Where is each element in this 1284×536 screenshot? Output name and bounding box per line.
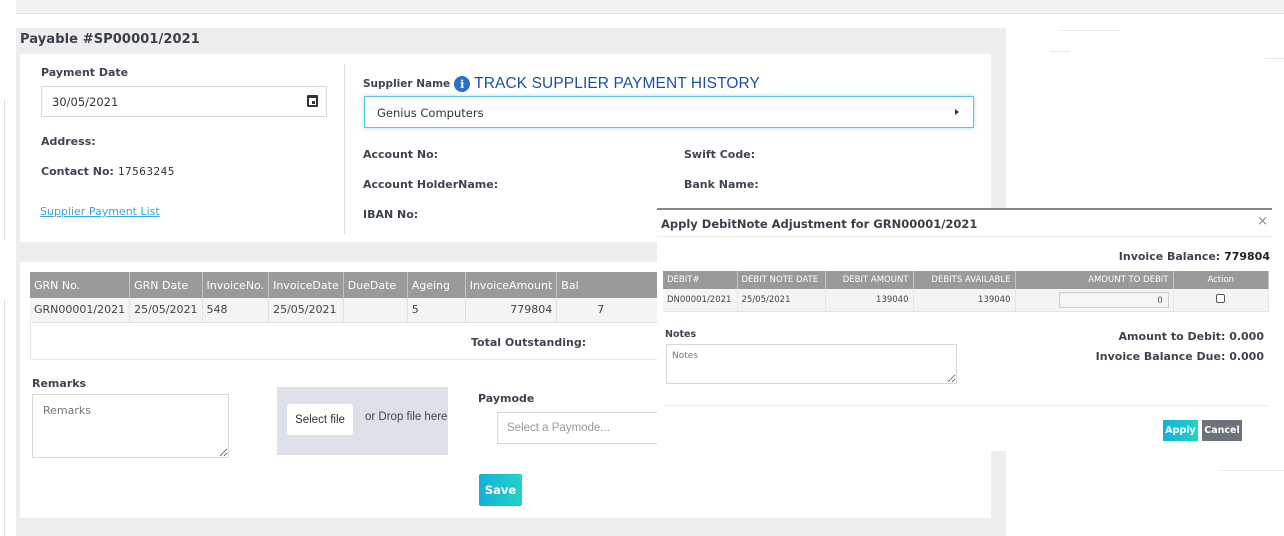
table-row: DN00001/2021 25/05/2021 139040 139040 <box>663 289 1269 312</box>
save-button[interactable]: Save <box>479 474 522 506</box>
notes-textarea[interactable] <box>666 344 957 384</box>
close-icon[interactable]: × <box>1257 214 1268 229</box>
address-label: Address: <box>41 135 96 148</box>
cell-due-date <box>343 298 408 323</box>
supplier-name-label-row: Supplier Name i TRACK SUPPLIER PAYMENT H… <box>363 75 760 93</box>
cancel-button[interactable]: Cancel <box>1202 420 1242 441</box>
col-invoice-amount: InvoiceAmount <box>465 272 558 298</box>
remarks-label: Remarks <box>32 377 87 390</box>
left-edge-line <box>4 100 5 240</box>
cell-ageing: 5 <box>407 298 466 323</box>
column-divider <box>344 64 345 234</box>
cell-debit-note-date: 25/05/2021 <box>737 289 826 312</box>
remarks-textarea[interactable] <box>32 394 229 458</box>
col-amount-to-debit: AMOUNT TO DEBIT <box>1015 271 1174 289</box>
account-no-label: Account No: <box>363 148 439 161</box>
col-action: Action <box>1173 271 1269 289</box>
supplier-name-label: Supplier Name <box>363 78 451 90</box>
col-invoice-date: InvoiceDate <box>268 272 344 298</box>
cell-debit-amount: 139040 <box>825 289 914 312</box>
cell-grn-date: 25/05/2021 <box>129 298 203 323</box>
background-line <box>1220 470 1284 471</box>
background-line <box>1265 58 1284 59</box>
paymode-label: Paymode <box>478 392 535 405</box>
amount-to-debit-summary: Amount to Debit: 0.000 <box>1118 330 1264 343</box>
track-supplier-payment-history-link[interactable]: TRACK SUPPLIER PAYMENT HISTORY <box>474 75 760 93</box>
debit-note-table: DEBIT# DEBIT NOTE DATE DEBIT AMOUNT DEBI… <box>663 271 1269 312</box>
modal-footer-divider <box>664 405 1269 406</box>
bank-name-label: Bank Name: <box>684 178 759 191</box>
payment-date-value: 30/05/2021 <box>52 95 119 109</box>
col-grn-date: GRN Date <box>129 272 203 298</box>
notes-label: Notes <box>665 329 697 340</box>
invoice-balance: Invoice Balance: 779804 <box>1119 250 1270 263</box>
apply-debit-checkbox[interactable] <box>1216 294 1226 303</box>
invoice-balance-value: 779804 <box>1224 250 1270 263</box>
supplier-selected-value: Genius Computers <box>377 106 484 120</box>
invoice-balance-due: Invoice Balance Due: 0.000 <box>1095 350 1264 363</box>
modal-divider <box>657 236 1272 237</box>
col-debit-amount: DEBIT AMOUNT <box>825 271 914 289</box>
page-title: Payable #SP00001/2021 <box>20 32 200 47</box>
col-grn-no: GRN No. <box>30 272 131 298</box>
col-debit-note-date: DEBIT NOTE DATE <box>737 271 826 289</box>
cell-debit-no: DN00001/2021 <box>663 289 738 312</box>
background-line <box>1050 51 1070 52</box>
file-dropzone[interactable]: Select file or Drop file here <box>277 387 448 455</box>
drop-file-text: or Drop file here <box>365 411 448 423</box>
debit-note-modal: Apply DebitNote Adjustment for GRN00001/… <box>657 208 1272 451</box>
supplier-select[interactable]: Genius Computers <box>364 96 974 128</box>
payment-date-input[interactable]: 30/05/2021 <box>41 86 327 117</box>
background-line <box>1060 30 1120 31</box>
contact-value: 17563245 <box>117 165 175 178</box>
account-holder-label: Account HolderName: <box>363 178 499 191</box>
select-file-button[interactable]: Select file <box>287 404 353 435</box>
col-ageing: Ageing <box>407 272 466 298</box>
left-edge-line <box>4 300 5 536</box>
col-invoice-no: InvoiceNo. <box>202 272 270 298</box>
payment-date-label: Payment Date <box>41 66 129 79</box>
col-debit-no: DEBIT# <box>663 271 738 289</box>
cell-invoice-no: 548 <box>202 298 270 323</box>
info-icon[interactable]: i <box>454 76 471 92</box>
cell-amount-to-debit <box>1015 289 1174 312</box>
invoice-balance-label: Invoice Balance: <box>1118 250 1221 263</box>
debit-table-header: DEBIT# DEBIT NOTE DATE DEBIT AMOUNT DEBI… <box>663 271 1269 289</box>
iban-label: IBAN No: <box>363 208 419 221</box>
amount-to-debit-input[interactable] <box>1058 292 1169 308</box>
cell-invoice-date: 25/05/2021 <box>268 298 344 323</box>
cell-debits-available: 139040 <box>913 289 1016 312</box>
supplier-payment-list-link[interactable]: Supplier Payment List <box>40 205 160 218</box>
top-bar <box>16 0 1284 14</box>
modal-title: Apply DebitNote Adjustment for GRN00001/… <box>661 217 978 231</box>
caret-right-icon <box>955 109 959 115</box>
total-outstanding-label: Total Outstanding: <box>471 336 587 349</box>
cell-invoice-amount: 779804 <box>465 298 558 323</box>
col-due-date: DueDate <box>343 272 408 298</box>
cell-action <box>1173 289 1269 312</box>
calendar-icon[interactable] <box>307 95 318 107</box>
apply-button[interactable]: Apply <box>1163 420 1198 441</box>
contact-row: Contact No: 17563245 <box>41 165 175 178</box>
col-debits-available: DEBITS AVAILABLE <box>913 271 1016 289</box>
contact-label: Contact No: <box>41 165 114 178</box>
swift-code-label: Swift Code: <box>684 148 756 161</box>
cell-grn-no: GRN00001/2021 <box>30 298 131 323</box>
